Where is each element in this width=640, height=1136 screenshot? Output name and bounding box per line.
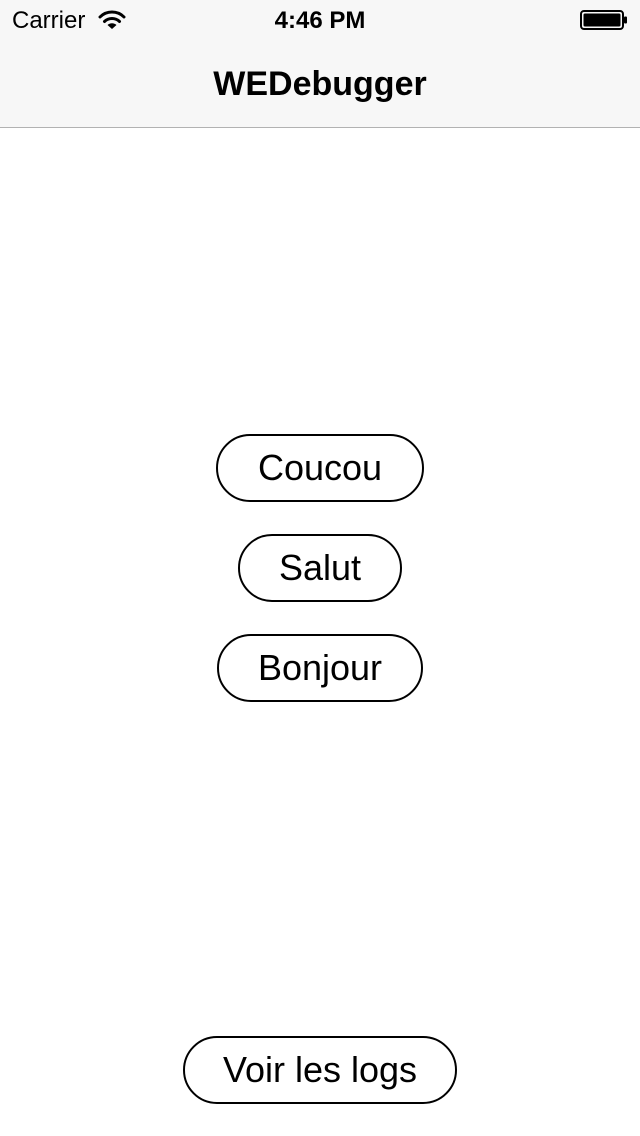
page-title: WEDebugger xyxy=(213,65,427,103)
top-bar: Carrier 4:46 PM WEDebugger xyxy=(0,0,640,128)
status-time: 4:46 PM xyxy=(274,7,366,34)
coucou-button[interactable]: Coucou xyxy=(216,434,424,502)
app-screen: Carrier 4:46 PM WEDebugger Coucou Salut … xyxy=(0,0,640,1136)
salut-button[interactable]: Salut xyxy=(238,534,402,602)
bonjour-button[interactable]: Bonjour xyxy=(217,634,423,702)
status-bar: Carrier 4:46 PM xyxy=(0,0,640,40)
battery-full-icon xyxy=(580,10,627,30)
view-logs-button[interactable]: Voir les logs xyxy=(183,1036,457,1104)
navigation-bar: WEDebugger xyxy=(0,40,640,128)
